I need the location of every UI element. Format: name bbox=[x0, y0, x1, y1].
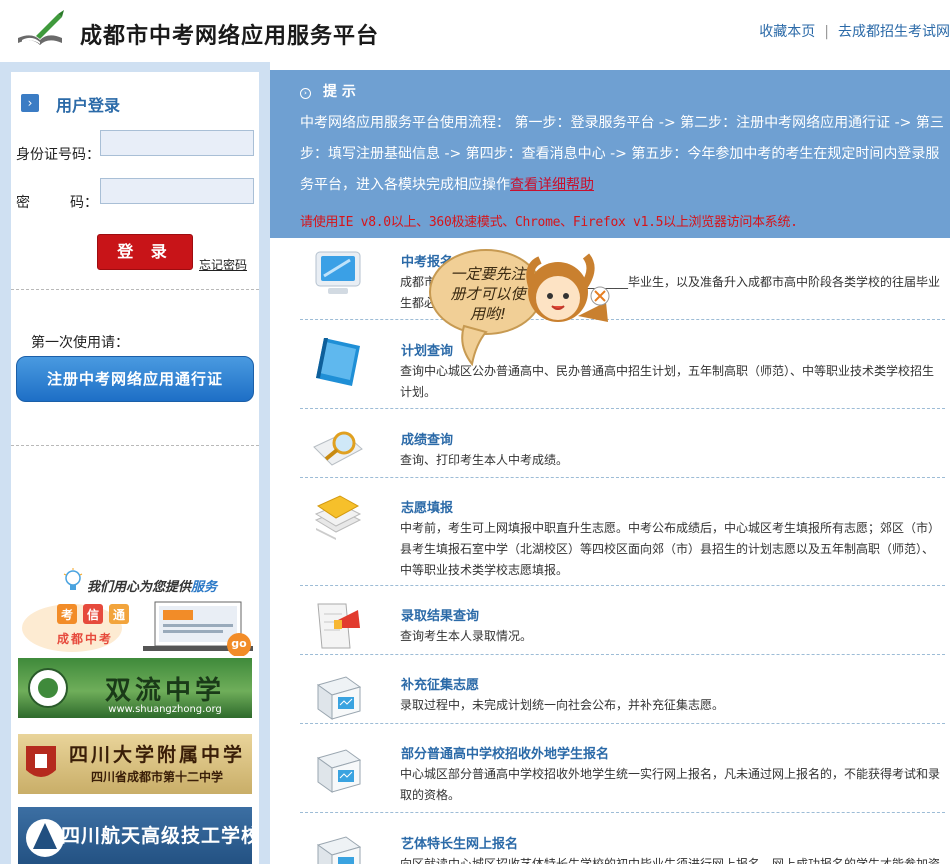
promo-banner[interactable]: 我们用心为您提供服务 考 信 通 成都中考 go bbox=[17, 568, 253, 656]
module-application-filling[interactable]: 志愿填报 中考前，考生可上网填报中职直升生志愿。中考公布成绩后，中心城区考生填报… bbox=[300, 478, 945, 586]
go-to-zsks-link[interactable]: 去成都招生考试网 bbox=[838, 24, 950, 40]
first-use-label: 第一次使用请： bbox=[31, 335, 129, 351]
divider bbox=[11, 445, 259, 446]
school1-name: 双流中学 bbox=[104, 676, 225, 706]
module-description: 向区就读中心城区招收艺体特长生学校的初中毕业生须进行网上报名，网上成功报名的学生… bbox=[400, 857, 941, 864]
password-label-char: 密 bbox=[16, 195, 30, 211]
notice-body: 中考网络应用服务平台使用流程： 第一步：登录服务平台 -> 第二步：注册中考网络… bbox=[300, 108, 948, 201]
module-description: 查询中心城区公办普通高中、民办普通高中招生计划，五年制高职（师范）、中等职业技术… bbox=[400, 364, 935, 399]
lightbulb-icon bbox=[63, 568, 83, 590]
open-book-pen-logo-icon bbox=[18, 10, 64, 45]
promo-slogan-prefix: 我们用心为您提供 bbox=[87, 580, 192, 595]
module-description: 中心城区部分普通高中学校招收外地学生统一实行网上报名，凡未通过网上报名的，不能获… bbox=[400, 767, 941, 802]
register-pass-button[interactable]: 注册中考网络应用通行证 bbox=[16, 356, 254, 402]
link-separator: | bbox=[824, 24, 829, 40]
login-panel: › 用户登录 身份证号码： 密 码： 登 录 忘记密码 第一次使用请： 注册中考网… bbox=[11, 72, 259, 864]
promo-graphic bbox=[22, 601, 253, 656]
id-number-label: 身份证号码： bbox=[16, 147, 100, 163]
promo-char: 信 bbox=[86, 608, 99, 622]
module-exam-registration[interactable]: 中考报名 成都市________________________________… bbox=[300, 238, 945, 320]
promo-char: 通 bbox=[112, 608, 125, 622]
page-header: 成都市中考网络应用服务平台 收藏本页 | 去成都招生考试网 bbox=[0, 0, 950, 62]
promo-slogan-emphasis: 服务 bbox=[191, 580, 218, 595]
module-title[interactable]: 艺体特长生网上报名 bbox=[401, 833, 518, 852]
forgot-password-link[interactable]: 忘记密码 bbox=[199, 256, 247, 273]
promo-slogan: 我们用心为您提供服务 bbox=[87, 576, 217, 595]
close-icon[interactable] bbox=[591, 287, 609, 305]
module-title[interactable]: 补充征集志愿 bbox=[401, 674, 479, 693]
password-input[interactable] bbox=[100, 178, 254, 204]
module-art-sports-registration[interactable]: 艺体特长生网上报名 向区就读中心城区招收艺体特长生学校的初中毕业生须进行网上报名… bbox=[300, 813, 945, 864]
login-title: 用户登录 bbox=[56, 96, 121, 115]
school2-name: 四川大学附属中学 bbox=[68, 744, 245, 766]
box-icon bbox=[316, 836, 362, 864]
divider bbox=[11, 289, 259, 290]
left-sidebar: › 用户登录 身份证号码： 密 码： 登 录 忘记密码 第一次使用请： 注册中考网… bbox=[0, 62, 270, 864]
magnifier-icon bbox=[313, 431, 363, 466]
module-plan-query[interactable]: 计划查询 查询中心城区公办普通高中、民办普通高中招生计划，五年制高职（师范）、中… bbox=[300, 320, 945, 409]
chevron-right-icon: › bbox=[21, 94, 39, 112]
module-title[interactable]: 成绩查询 bbox=[401, 429, 453, 448]
school3-name: 四川航天高级技工学校 bbox=[60, 825, 252, 847]
notice-header: › 提 示 bbox=[300, 81, 356, 101]
module-description: 查询、打印考生本人中考成绩。 bbox=[400, 453, 569, 467]
box-icon bbox=[316, 749, 362, 793]
promo-char: 考 bbox=[60, 608, 73, 622]
box-icon bbox=[316, 676, 362, 720]
module-description: 中考前，考生可上网填报中职直升生志愿。中考公布成绩后，中心城区考生填报所有志愿；… bbox=[400, 521, 941, 577]
register-reminder-popup[interactable]: 一定要先注册才可以使用哟! bbox=[428, 246, 618, 366]
school1-url: www.shuangzhong.org bbox=[108, 704, 222, 715]
scu-affiliated-school-banner[interactable]: 四川大学附属中学 四川省成都市第十二中学 bbox=[18, 734, 252, 794]
notebook-icon bbox=[316, 338, 360, 386]
module-supplementary-application[interactable]: 补充征集志愿 录取过程中，未完成计划统一向社会公布，并补充征集志愿。 bbox=[300, 655, 945, 724]
browser-warning: 请使用IE v8.0以上、360极速模式、Chrome、Firefox v1.5… bbox=[300, 215, 798, 230]
mascot-bubble-text: 一定要先注册才可以使用哟! bbox=[450, 265, 526, 323]
megaphone-icon bbox=[317, 603, 360, 649]
notice-body-text: 中考网络应用服务平台使用流程： 第一步：登录服务平台 -> 第二步：注册中考网络… bbox=[300, 115, 944, 193]
documents-icon bbox=[314, 495, 362, 540]
id-number-input[interactable] bbox=[100, 130, 254, 156]
password-label-rest: 码： bbox=[70, 195, 98, 211]
top-links: 收藏本页 | 去成都招生考试网 bbox=[759, 21, 950, 41]
notice-title: 提 示 bbox=[323, 84, 356, 100]
module-description: 录取过程中，未完成计划统一向社会公布，并补充征集志愿。 bbox=[400, 698, 725, 712]
module-admission-result[interactable]: 录取结果查询 查询考生本人录取情况。 bbox=[300, 586, 945, 655]
aerospace-tech-school-banner[interactable]: 四川航天高级技工学校 bbox=[18, 807, 252, 864]
module-score-query[interactable]: 成绩查询 查询、打印考生本人中考成绩。 bbox=[300, 409, 945, 478]
module-description: 查询考生本人录取情况。 bbox=[400, 629, 533, 643]
module-nonlocal-student-registration[interactable]: 部分普通高中学校招收外地学生报名 中心城区部分普通高中学校招收外地学生统一实行网… bbox=[300, 724, 945, 813]
module-title[interactable]: 录取结果查询 bbox=[401, 605, 479, 624]
site-title: 成都市中考网络应用服务平台 bbox=[80, 24, 380, 49]
module-title[interactable]: 志愿填报 bbox=[401, 497, 453, 516]
school2-subtitle: 四川省成都市第十二中学 bbox=[90, 770, 223, 784]
promo-go: go bbox=[231, 637, 247, 650]
detailed-help-link[interactable]: 查看详细帮助 bbox=[510, 177, 594, 193]
bookmark-page-link[interactable]: 收藏本页 bbox=[759, 24, 815, 40]
promo-subtitle: 成都中考 bbox=[57, 632, 114, 646]
monitor-icon bbox=[315, 251, 361, 294]
shuangliu-school-banner[interactable]: 双流中学 www.shuangzhong.org bbox=[18, 658, 252, 718]
chevron-right-circle-icon: › bbox=[300, 88, 311, 99]
notice-panel: › 提 示 中考网络应用服务平台使用流程： 第一步：登录服务平台 -> 第二步：注… bbox=[270, 70, 950, 238]
password-label: 密 码： bbox=[16, 192, 98, 212]
module-title[interactable]: 部分普通高中学校招收外地学生报名 bbox=[401, 743, 609, 762]
login-button[interactable]: 登 录 bbox=[97, 234, 193, 270]
